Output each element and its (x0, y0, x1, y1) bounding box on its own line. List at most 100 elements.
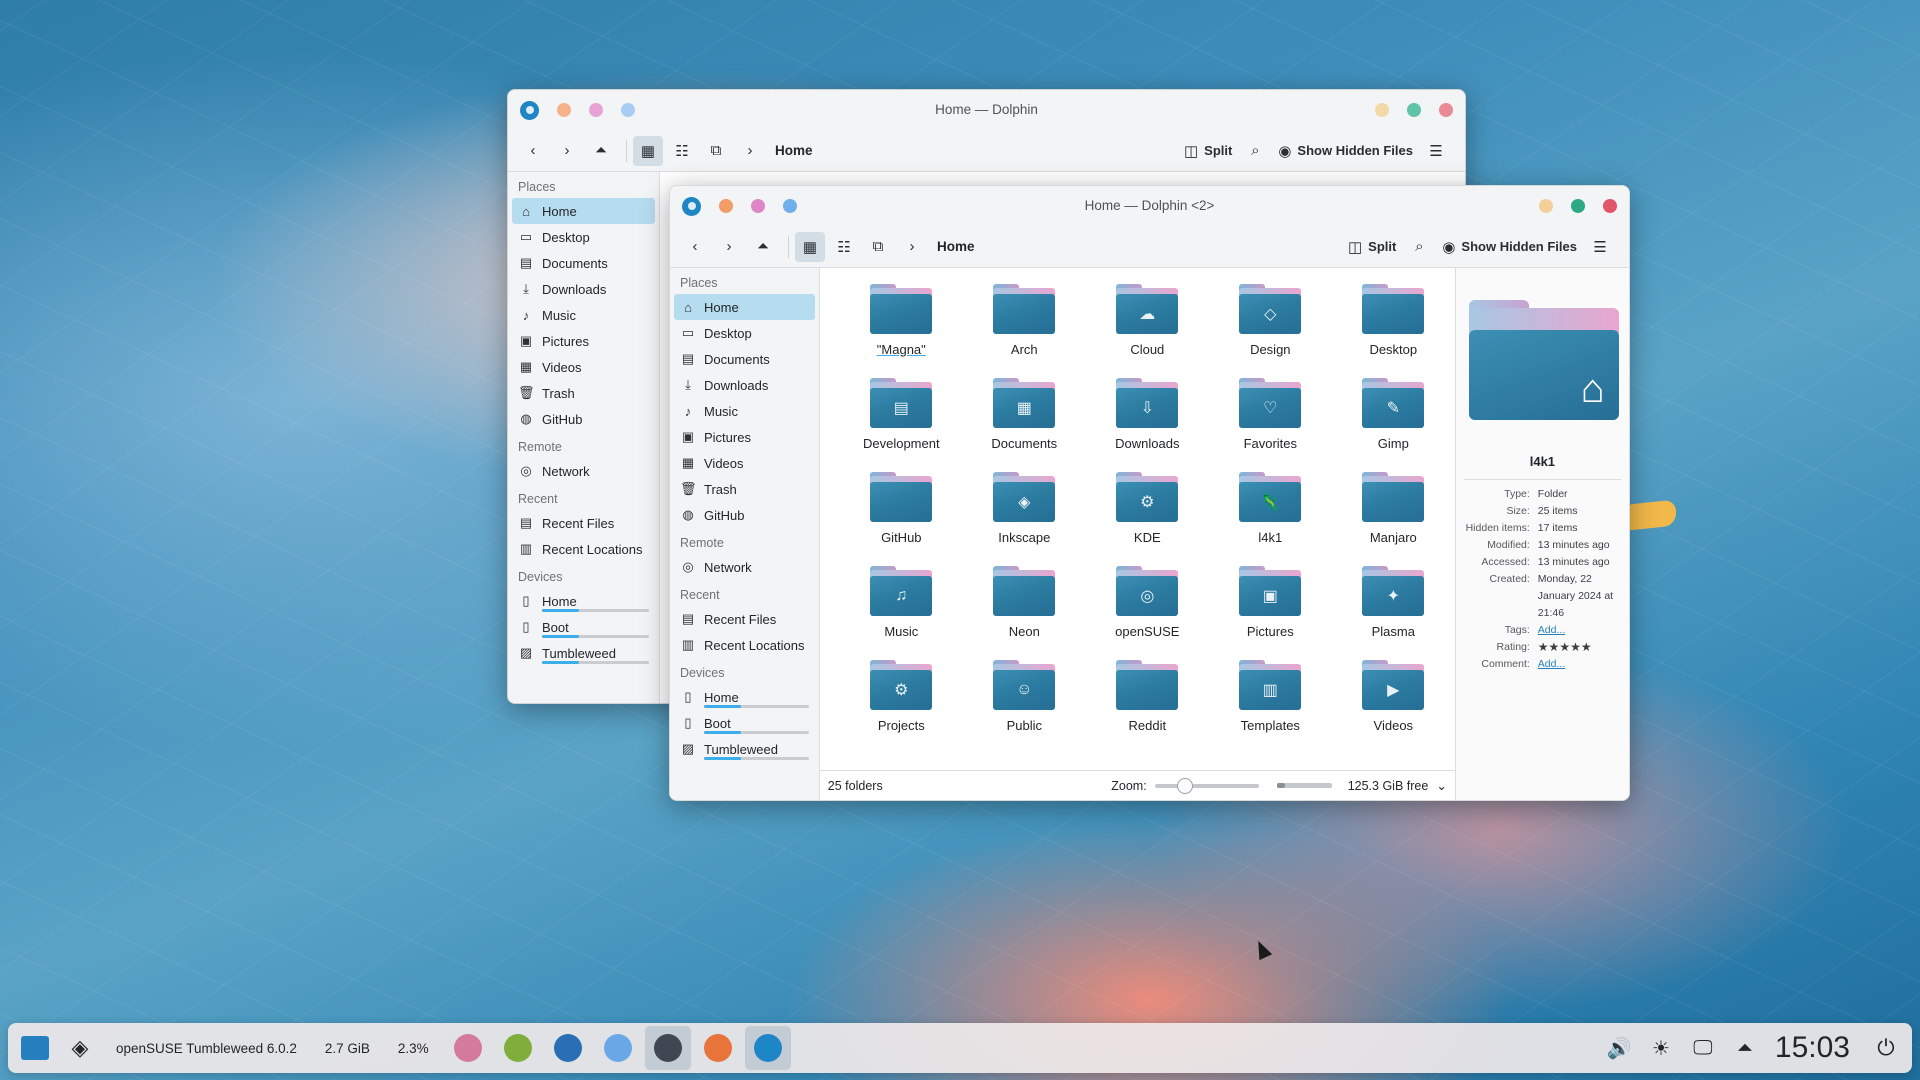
keep-below-button[interactable] (751, 199, 765, 213)
back-button[interactable]: ‹ (680, 232, 710, 262)
rating-stars[interactable]: ★★★★★ (1538, 639, 1592, 656)
back-button[interactable]: ‹ (518, 136, 548, 166)
sidebar-item-github[interactable]: ◍ GitHub (512, 406, 655, 432)
folder-item[interactable]: ☺ Public (963, 658, 1086, 752)
folder-item[interactable]: ◈ Inkscape (963, 470, 1086, 564)
sidebar-item-downloads[interactable]: ⤓ Downloads (512, 276, 655, 302)
taskbar-app-pink[interactable] (445, 1026, 491, 1070)
folder-item[interactable]: ☁ Cloud (1086, 282, 1209, 376)
folder-item[interactable]: ✦ Plasma (1332, 564, 1455, 658)
info-value[interactable]: Add... (1538, 656, 1565, 673)
sidebar-item-tumbleweed[interactable]: ▨ Tumbleweed (512, 640, 655, 666)
titlebar[interactable]: Home — Dolphin <2> (670, 186, 1629, 226)
close-button[interactable] (1439, 103, 1453, 117)
compact-view-button[interactable]: ☷ (829, 232, 859, 262)
up-button[interactable]: ⏶ (748, 232, 778, 262)
search-button[interactable]: ⌕ (1404, 232, 1434, 262)
info-value[interactable]: Add... (1538, 622, 1565, 639)
taskbar-app-dolphin[interactable] (744, 1026, 791, 1070)
volume-icon[interactable]: 🔊 (1601, 1028, 1637, 1068)
folder-item[interactable]: Desktop (1332, 282, 1455, 376)
sidebar-item-tumbleweed[interactable]: ▨ Tumbleweed (674, 736, 815, 762)
sidebar-item-videos[interactable]: ▦ Videos (512, 354, 655, 380)
folder-item[interactable]: Manjaro (1332, 470, 1455, 564)
sidebar-item-trash[interactable]: 🗑 Trash (674, 476, 815, 502)
folder-item[interactable]: Arch (963, 282, 1086, 376)
folder-item[interactable]: ♡ Favorites (1209, 376, 1332, 470)
dolphin-app-icon[interactable] (682, 196, 701, 216)
show-hidden-button[interactable]: ◉ Show Hidden Files (1438, 232, 1581, 262)
forward-button[interactable]: › (714, 232, 744, 262)
up-button[interactable]: ⏶ (586, 136, 616, 166)
icons-view-button[interactable]: ▦ (795, 231, 825, 262)
split-button[interactable]: ◫ Split (1344, 232, 1400, 262)
display-icon[interactable]: 🖵 (1685, 1028, 1721, 1068)
zoom-slider-handle[interactable] (1176, 777, 1193, 794)
sidebar-item-recent-files[interactable]: ▤ Recent Files (674, 606, 815, 632)
breadcrumb-home[interactable]: Home (937, 239, 975, 254)
maximize-button[interactable] (1571, 199, 1585, 213)
sidebar-item-network[interactable]: ◎ Network (512, 458, 655, 484)
folder-item[interactable]: GitHub (840, 470, 963, 564)
sidebar-item-home[interactable]: ▯ Home (512, 588, 655, 614)
digital-clock[interactable]: 15:03 (1769, 1031, 1860, 1065)
brightness-icon[interactable]: ☀ (1643, 1028, 1679, 1068)
dolphin-app-icon[interactable] (520, 100, 539, 120)
chevron-down-icon[interactable]: ⌄ (1436, 778, 1446, 793)
on-all-desktops-button[interactable] (621, 103, 635, 117)
folder-item[interactable]: ✎ Gimp (1332, 376, 1455, 470)
taskbar-app-firefox[interactable] (695, 1026, 741, 1070)
taskbar-app-gecko[interactable] (495, 1026, 541, 1070)
tray-expand-icon[interactable]: ⏶ (1727, 1028, 1763, 1068)
sidebar-item-downloads[interactable]: ⤓ Downloads (674, 372, 815, 398)
menu-button[interactable]: ☰ (1421, 136, 1451, 166)
sidebar-item-home[interactable]: ⌂ Home (512, 198, 655, 224)
sidebar-item-music[interactable]: ♪ Music (674, 398, 815, 424)
sidebar-item-videos[interactable]: ▦ Videos (674, 450, 815, 476)
compact-view-button[interactable]: ☷ (667, 136, 697, 166)
forward-button[interactable]: › (552, 136, 582, 166)
keep-below-button[interactable] (589, 103, 603, 117)
sidebar-item-trash[interactable]: 🗑 Trash (512, 380, 655, 406)
titlebar[interactable]: Home — Dolphin (508, 90, 1465, 130)
breadcrumb-chevron[interactable]: › (735, 136, 765, 166)
close-button[interactable] (1603, 199, 1617, 213)
details-view-button[interactable]: ⧉ (863, 232, 893, 262)
breadcrumb-home[interactable]: Home (775, 143, 813, 158)
menu-button[interactable]: ☰ (1585, 232, 1615, 262)
on-all-desktops-button[interactable] (783, 199, 797, 213)
taskbar-app-store[interactable] (595, 1026, 641, 1070)
folder-item[interactable]: ▣ Pictures (1209, 564, 1332, 658)
sidebar-item-pictures[interactable]: ▣ Pictures (512, 328, 655, 354)
folder-item[interactable]: ▶ Videos (1332, 658, 1455, 752)
virtual-desktops-button[interactable]: ◈ (58, 1026, 102, 1070)
minimize-button[interactable] (1375, 103, 1389, 117)
sidebar-item-boot[interactable]: ▯ Boot (512, 614, 655, 640)
folder-item[interactable]: ◇ Design (1209, 282, 1332, 376)
sidebar-item-github[interactable]: ◍ GitHub (674, 502, 815, 528)
sidebar-item-home[interactable]: ▯ Home (674, 684, 815, 710)
minimize-button[interactable] (1539, 199, 1553, 213)
folder-item[interactable]: ◎ openSUSE (1086, 564, 1209, 658)
application-launcher[interactable] (12, 1026, 58, 1070)
folder-item[interactable]: ▥ Templates (1209, 658, 1332, 752)
breadcrumb-chevron[interactable]: › (897, 232, 927, 262)
sidebar-item-network[interactable]: ◎ Network (674, 554, 815, 580)
sidebar-item-recent-locations[interactable]: ▥ Recent Locations (674, 632, 815, 658)
file-view[interactable]: "Magna" Arch ☁ Cloud ◇ Design Desktop ▤ Developm… (819, 268, 1455, 800)
sidebar-item-desktop[interactable]: ▭ Desktop (512, 224, 655, 250)
folder-item[interactable]: ▤ Development (840, 376, 963, 470)
split-button[interactable]: ◫ Split (1180, 136, 1236, 166)
free-space[interactable]: 125.3 GiB free (1348, 779, 1429, 793)
sidebar-item-documents[interactable]: ▤ Documents (512, 250, 655, 276)
folder-item[interactable]: Neon (963, 564, 1086, 658)
dolphin-window-front[interactable]: Home — Dolphin <2> ‹ › ⏶ ▦ ☷ ⧉ › Home ◫ S… (669, 185, 1630, 801)
details-view-button[interactable]: ⧉ (701, 136, 731, 166)
folder-item[interactable]: ▦ Documents (963, 376, 1086, 470)
sidebar-item-desktop[interactable]: ▭ Desktop (674, 320, 815, 346)
folder-item[interactable]: 🦎 l4k1 (1209, 470, 1332, 564)
zoom-slider[interactable] (1154, 777, 1259, 794)
folder-item[interactable]: ♫ Music (840, 564, 963, 658)
icons-view-button[interactable]: ▦ (633, 135, 663, 166)
sidebar-item-recent-files[interactable]: ▤ Recent Files (512, 510, 655, 536)
